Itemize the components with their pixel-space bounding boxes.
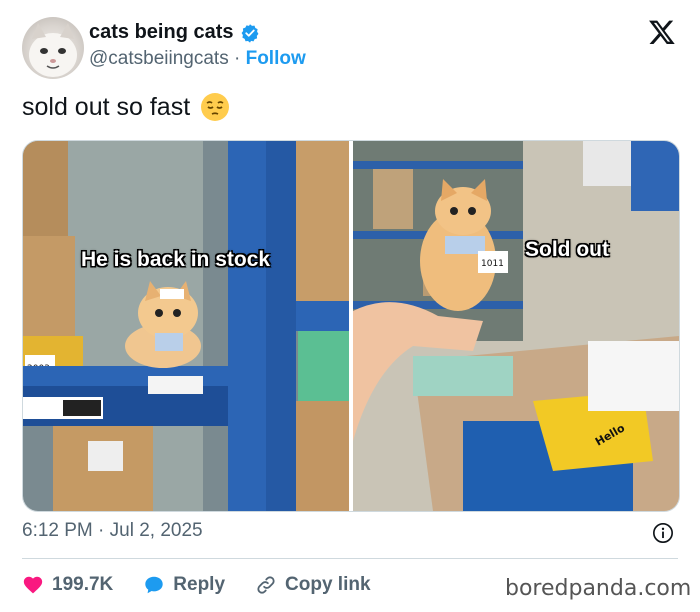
warehouse-shelf-photo: 2003 xyxy=(23,141,349,511)
handle[interactable]: @catsbeiingcats xyxy=(89,48,229,69)
tweet-text: sold out so fast xyxy=(22,92,191,121)
photo-back-in-stock[interactable]: 2003 He i xyxy=(23,141,349,511)
photo-caption: He is back in stock xyxy=(81,248,271,271)
reply-button[interactable]: Reply xyxy=(143,574,225,596)
pensive-face-emoji-icon xyxy=(201,93,230,121)
avatar[interactable] xyxy=(22,17,84,79)
like-count: 199.7K xyxy=(52,574,114,595)
heart-icon xyxy=(23,576,43,594)
copy-link-button[interactable]: Copy link xyxy=(255,574,371,596)
like-button[interactable]: 199.7K xyxy=(22,574,113,596)
media-grid[interactable]: 2003 He i xyxy=(22,140,680,512)
hand-holding-kitten-photo: Hello 1011 xyxy=(353,141,679,511)
verified-badge-icon xyxy=(241,23,258,43)
separator: · xyxy=(233,48,241,69)
reply-bubble-icon xyxy=(145,576,163,594)
display-name-row[interactable]: cats being cats xyxy=(89,21,260,44)
action-bar: 199.7K Reply Copy link xyxy=(22,572,401,598)
handle-row: @catsbeiingcats · Follow xyxy=(89,48,306,70)
photo-caption: Sold out xyxy=(525,238,609,261)
x-logo-icon[interactable] xyxy=(648,18,676,46)
tweet-text-row: sold out so fast xyxy=(22,92,230,122)
reply-label: Reply xyxy=(173,574,226,595)
link-icon xyxy=(257,576,275,594)
tag-number-label: 1011 xyxy=(481,259,504,269)
photo-sold-out[interactable]: Hello 1011 Sold out xyxy=(353,141,679,511)
timestamp[interactable]: 6:12 PM · Jul 2, 2025 xyxy=(22,520,203,542)
display-name[interactable]: cats being cats xyxy=(89,21,234,44)
cat-avatar-image xyxy=(29,23,77,77)
copy-link-label: Copy link xyxy=(285,574,371,595)
divider xyxy=(22,558,678,559)
info-icon[interactable] xyxy=(652,522,674,544)
follow-button[interactable]: Follow xyxy=(246,48,306,69)
watermark: boredpanda.com xyxy=(505,576,692,601)
